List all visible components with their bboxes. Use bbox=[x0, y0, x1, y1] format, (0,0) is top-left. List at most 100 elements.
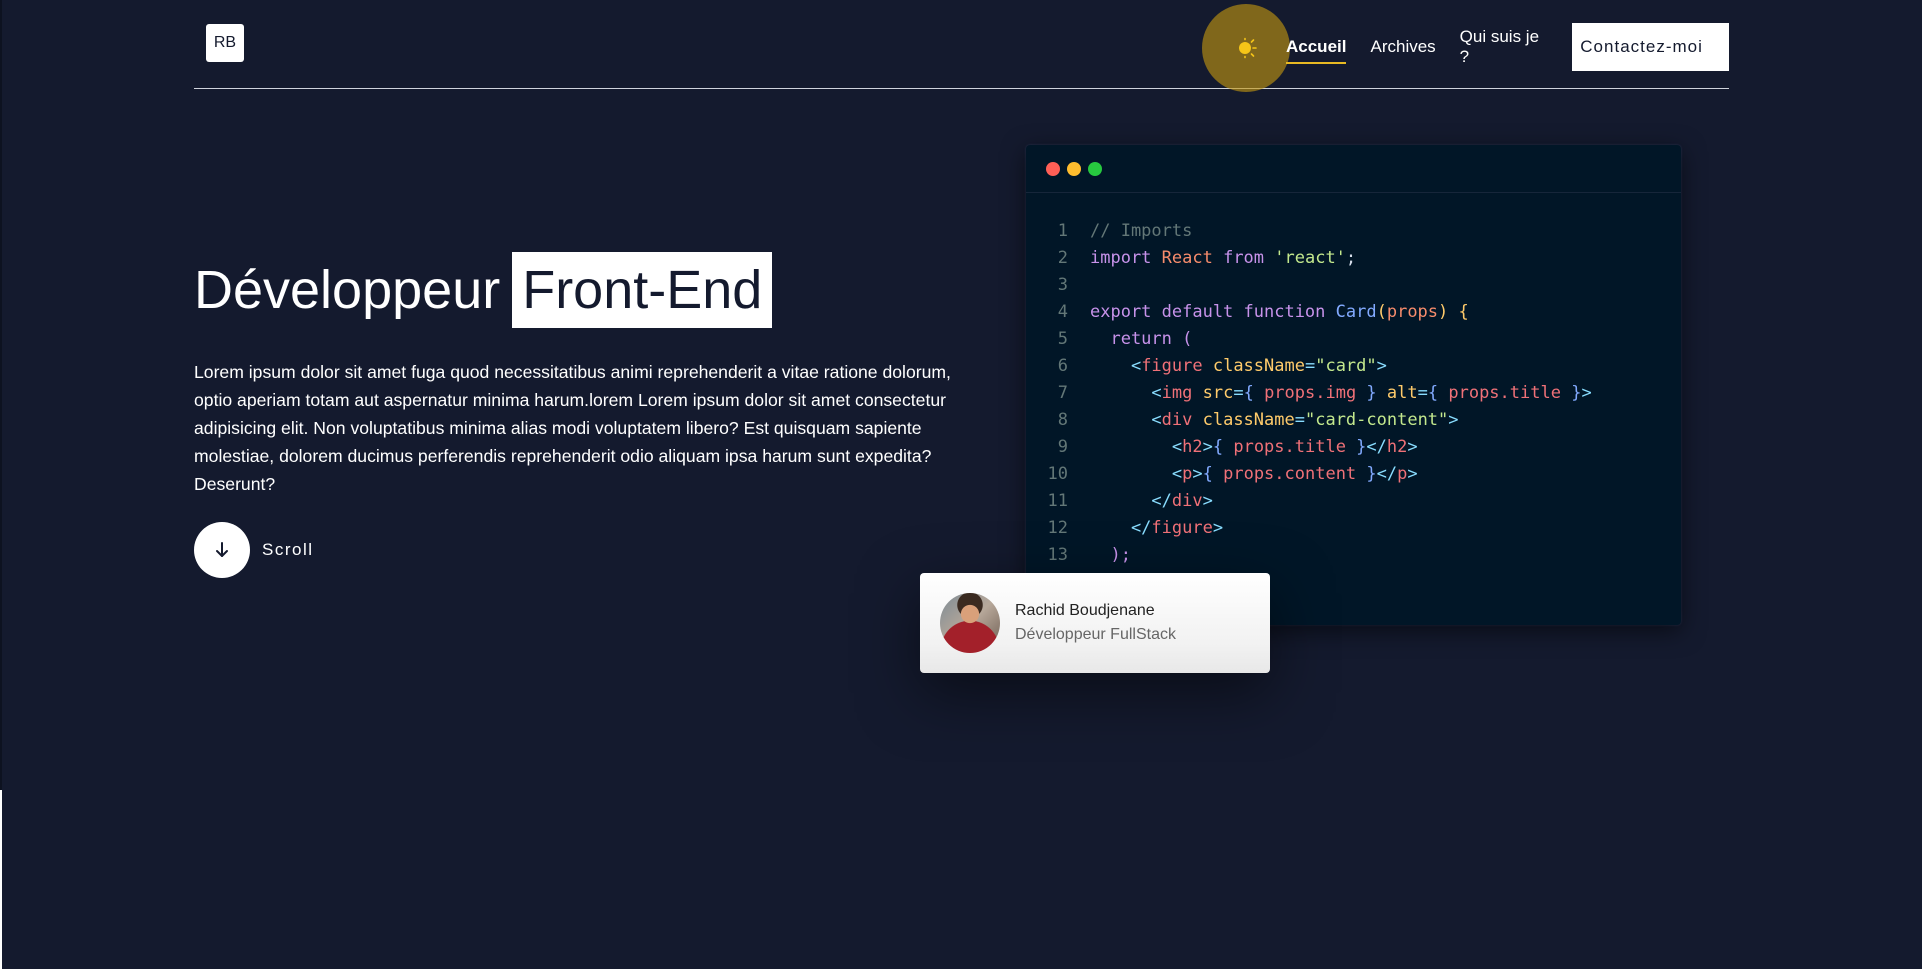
hero-description: Lorem ipsum dolor sit amet fuga quod nec… bbox=[194, 362, 951, 494]
logo[interactable]: RB bbox=[206, 24, 244, 62]
code-token: </ bbox=[1366, 436, 1387, 457]
profile-card: Rachid Boudjenane Développeur FullStack bbox=[920, 573, 1270, 673]
code-token: props.img bbox=[1264, 382, 1367, 403]
line-content: <figure className="card"> bbox=[1090, 356, 1387, 376]
nav-link-qui-suis-je[interactable]: Qui suis je ? bbox=[1460, 21, 1549, 73]
line-number: 10 bbox=[1047, 463, 1068, 484]
line-content: return ( bbox=[1090, 329, 1192, 349]
code-token: 'react' bbox=[1274, 247, 1346, 268]
code-token: < bbox=[1090, 355, 1142, 376]
code-line: 6 <figure className="card"> bbox=[1026, 352, 1681, 379]
code-token: > bbox=[1202, 490, 1213, 511]
window-close-dot bbox=[1046, 161, 1060, 176]
code-token: p bbox=[1182, 463, 1193, 484]
code-token: alt bbox=[1386, 382, 1418, 403]
code-token: < bbox=[1090, 382, 1162, 403]
code-token: img bbox=[1161, 382, 1203, 403]
code-token: </ bbox=[1376, 463, 1398, 484]
code-token: { bbox=[1243, 382, 1265, 403]
site-header: RB Accueil Archives Qui suis je ? Contac… bbox=[194, 0, 1729, 92]
code-token: } bbox=[1356, 436, 1367, 457]
code-line: 9 <h2>{ props.title }</h2> bbox=[1026, 433, 1681, 460]
theme-toggle-button[interactable] bbox=[1202, 4, 1290, 92]
code-token: { bbox=[1427, 382, 1449, 403]
code-token: div bbox=[1171, 490, 1203, 511]
code-token: React bbox=[1161, 247, 1224, 268]
line-number: 12 bbox=[1047, 517, 1068, 538]
code-token: > bbox=[1202, 436, 1213, 457]
code-line: 4 export default function Card(props) { bbox=[1026, 298, 1681, 325]
code-token: > bbox=[1581, 382, 1592, 403]
profile-name: Rachid Boudjenane bbox=[1015, 602, 1155, 619]
code-token: props bbox=[1386, 301, 1439, 322]
line-content: export default function Card(props) { bbox=[1090, 302, 1469, 322]
code-token: figure bbox=[1151, 517, 1213, 538]
hero-title: Développeur Front-End bbox=[194, 252, 773, 328]
code-token: props.title bbox=[1233, 436, 1357, 457]
code-token: < bbox=[1090, 409, 1162, 430]
code-line: 7 <img src={ props.img } alt={ props.tit… bbox=[1026, 379, 1681, 406]
page-edge-bottom bbox=[0, 790, 2, 969]
code-token: className bbox=[1202, 409, 1295, 430]
line-number: 4 bbox=[1057, 301, 1068, 322]
nav-link-accueil[interactable]: Accueil bbox=[1286, 31, 1347, 64]
code-token: "card" bbox=[1315, 355, 1377, 376]
code-token: h2 bbox=[1182, 436, 1203, 457]
arrow-down-icon bbox=[216, 542, 228, 557]
window-minimize-dot bbox=[1067, 161, 1081, 176]
scroll-label: Scroll bbox=[262, 540, 314, 559]
line-number: 11 bbox=[1047, 490, 1068, 511]
code-token: > bbox=[1376, 355, 1387, 376]
code-line: 13 ); bbox=[1026, 541, 1681, 568]
line-number: 6 bbox=[1057, 355, 1068, 376]
code-token: < bbox=[1090, 463, 1183, 484]
line-number: 8 bbox=[1057, 409, 1068, 430]
code-token: = bbox=[1233, 382, 1244, 403]
sun-icon bbox=[1239, 37, 1257, 59]
code-token: import bbox=[1090, 247, 1162, 268]
code-token: ( bbox=[1376, 301, 1387, 322]
line-number: 9 bbox=[1057, 436, 1068, 457]
code-token: > bbox=[1212, 517, 1224, 538]
code-window: 1 // Imports 2 import React from 'react'; 3 4… bbox=[1026, 145, 1681, 625]
line-content: </div> bbox=[1090, 490, 1213, 511]
code-token: < bbox=[1090, 436, 1183, 457]
code-token: { bbox=[1202, 463, 1224, 484]
code-token: } bbox=[1366, 463, 1377, 484]
line-number: 7 bbox=[1057, 382, 1068, 403]
code-token: } bbox=[1571, 382, 1582, 403]
code-token: </ bbox=[1090, 490, 1172, 511]
avatar bbox=[940, 593, 1000, 653]
main-nav: Accueil Archives Qui suis je ? Contactez… bbox=[1286, 22, 1729, 72]
code-token: > bbox=[1407, 436, 1418, 457]
window-maximize-dot bbox=[1088, 161, 1102, 176]
code-line: 1 // Imports bbox=[1026, 217, 1681, 244]
hero-title-highlight: Front-End bbox=[512, 252, 773, 328]
code-token: { bbox=[1212, 436, 1234, 457]
code-token: = bbox=[1294, 409, 1305, 430]
code-token: // Imports bbox=[1090, 220, 1193, 241]
code-token: div bbox=[1161, 409, 1203, 430]
code-token: figure bbox=[1141, 355, 1213, 376]
code-token: ; bbox=[1345, 247, 1357, 268]
line-number: 2 bbox=[1057, 247, 1068, 268]
code-line: 5 return ( bbox=[1026, 325, 1681, 352]
profile-role: Développeur FullStack bbox=[1015, 626, 1176, 643]
code-line: 11 </div> bbox=[1026, 487, 1681, 514]
scroll-button[interactable] bbox=[194, 522, 250, 578]
code-token: return ( bbox=[1090, 328, 1193, 349]
code-body: 1 // Imports 2 import React from 'react'; 3 4… bbox=[1026, 193, 1681, 568]
code-line: 3 bbox=[1026, 271, 1681, 298]
line-number: 3 bbox=[1057, 274, 1068, 295]
code-line: 8 <div className="card-content"> bbox=[1026, 406, 1681, 433]
code-token: src bbox=[1202, 382, 1234, 403]
nav-link-archives[interactable]: Archives bbox=[1370, 31, 1435, 63]
code-line: 2 import React from 'react'; bbox=[1026, 244, 1681, 271]
hero-title-plain: Développeur bbox=[194, 260, 501, 320]
contact-button[interactable]: Contactez-moi bbox=[1572, 23, 1729, 71]
line-number: 1 bbox=[1057, 220, 1068, 241]
line-content: ); bbox=[1090, 545, 1130, 565]
code-line: 10 <p>{ props.content }</p> bbox=[1026, 460, 1681, 487]
code-token: > bbox=[1192, 463, 1203, 484]
code-token: = bbox=[1417, 382, 1428, 403]
